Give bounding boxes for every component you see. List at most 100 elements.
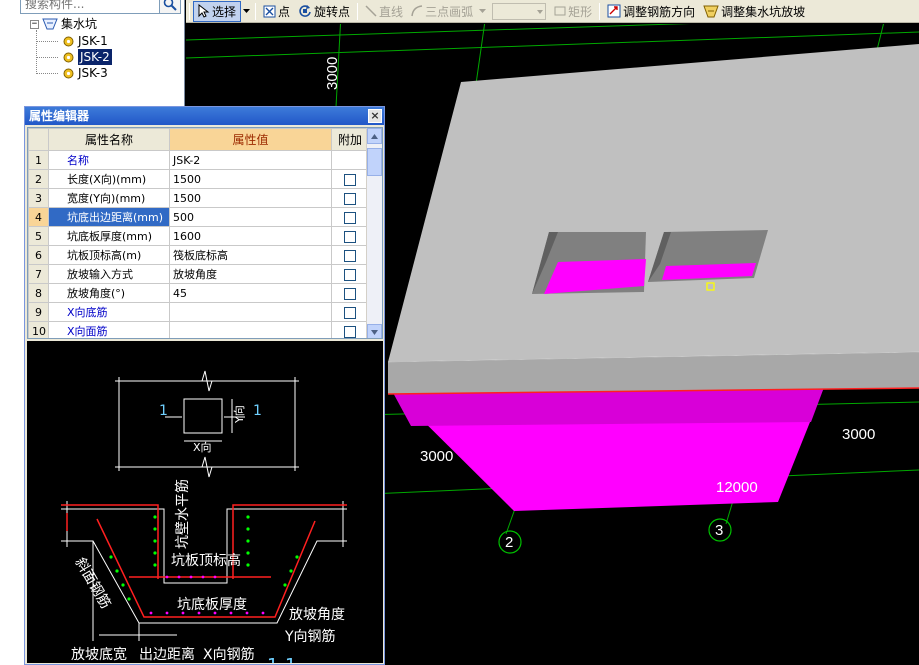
slab-thickness-label: 坑底板厚度 — [177, 597, 247, 613]
adjust-slope-button[interactable]: 调整集水坑放坡 — [699, 1, 809, 22]
y-rebar-label: Y向钢筋 — [284, 628, 336, 645]
extra-checkbox[interactable] — [344, 230, 356, 243]
rotate-point-button[interactable]: 旋转点 — [294, 1, 354, 22]
table-row[interactable]: 4 坑底出边距离(mm) 500 — [28, 207, 369, 227]
chevron-up-icon — [371, 133, 378, 139]
extra-cell — [331, 245, 369, 265]
toolbar-separator — [255, 2, 257, 20]
extra-checkbox[interactable] — [344, 268, 356, 281]
dimension-label: 12000 — [716, 479, 758, 496]
property-name: 坑底出边距离(mm) — [48, 207, 170, 227]
sump-pit-icon — [42, 18, 58, 30]
property-name: 长度(X向)(mm) — [48, 169, 170, 189]
close-button[interactable]: × — [368, 109, 382, 123]
extra-cell — [331, 188, 369, 208]
tree-item-label: JSK-3 — [78, 66, 108, 80]
extra-checkbox[interactable] — [344, 211, 356, 224]
property-name: 宽度(Y向)(mm) — [48, 188, 170, 208]
arc-button[interactable]: 三点画弧 — [407, 1, 477, 22]
property-value[interactable]: JSK-2 — [169, 150, 332, 170]
point-label: 点 — [278, 4, 291, 19]
table-row[interactable]: 5 坑底板厚度(mm) 1600 — [28, 226, 369, 246]
tree-item-label: JSK-1 — [78, 34, 108, 48]
extra-cell — [331, 264, 369, 284]
extra-checkbox[interactable] — [344, 287, 356, 300]
property-name: 名称 — [48, 150, 170, 170]
row-number: 6 — [28, 245, 49, 265]
adjust-rebar-direction-button[interactable]: 调整钢筋方向 — [603, 1, 699, 22]
table-row[interactable]: 3 宽度(Y向)(mm) 1500 — [28, 188, 369, 208]
draw-mode-select[interactable] — [492, 2, 547, 20]
scroll-down-button[interactable] — [367, 324, 382, 338]
tree-node-sump-pit[interactable]: − 集水坑 — [30, 16, 97, 32]
rect-label: 矩形 — [568, 4, 593, 19]
tree-root-label: 集水坑 — [61, 17, 98, 31]
row-number: 9 — [28, 302, 49, 322]
select-button[interactable]: 选择 — [193, 0, 242, 22]
property-value[interactable] — [169, 302, 332, 322]
scroll-up-button[interactable] — [367, 128, 382, 144]
property-value[interactable]: 筏板底标高 — [169, 245, 332, 265]
table-row[interactable]: 7 放坡输入方式 放坡角度 — [28, 264, 369, 284]
extra-checkbox[interactable] — [344, 192, 356, 205]
property-value[interactable] — [169, 321, 332, 338]
chevron-down-icon — [371, 329, 378, 335]
table-row[interactable]: 9 X向底筋 — [28, 302, 369, 322]
slope-angle-label: 放坡角度 — [289, 607, 345, 623]
tree-item-jsk-3[interactable]: JSK-3 — [62, 65, 108, 81]
slope-width-label: 放坡底宽 — [71, 646, 127, 663]
property-table: 属性名称 属性值 附加 1 名称 JSK-2 2 长度(X向)(mm) 1500 3 宽度(Y… — [28, 128, 369, 338]
search-input[interactable] — [20, 0, 160, 14]
point-button[interactable]: 点 — [259, 1, 294, 22]
column-header-extra: 附加 — [331, 128, 369, 151]
drawing-toolbar: 选择 点 旋转点 直线 三点画弧 矩形 调整钢筋方向 调整集水坑放坡 — [186, 0, 919, 23]
property-value[interactable]: 1500 — [169, 188, 332, 208]
extra-cell — [331, 321, 369, 338]
slope-icon — [703, 5, 719, 17]
extra-cell — [331, 302, 369, 322]
property-value[interactable]: 1600 — [169, 226, 332, 246]
select-label: 选择 — [212, 4, 237, 19]
property-value[interactable]: 放坡角度 — [169, 264, 332, 284]
extra-checkbox[interactable] — [344, 173, 356, 186]
table-row[interactable]: 1 名称 JSK-2 — [28, 150, 369, 170]
property-editor-titlebar[interactable]: 属性编辑器 × — [25, 107, 384, 125]
scroll-thumb[interactable] — [367, 148, 382, 176]
x-rebar-label: X向钢筋 — [203, 646, 255, 663]
chevron-down-icon — [243, 8, 251, 13]
property-value[interactable]: 1500 — [169, 169, 332, 189]
tree-connector — [36, 73, 58, 74]
extra-checkbox[interactable] — [344, 306, 356, 319]
select-dropdown[interactable] — [241, 1, 252, 22]
edge-distance-label: 出边距离 — [139, 646, 195, 663]
table-row[interactable]: 6 坑板顶标高(m) 筏板底标高 — [28, 245, 369, 265]
row-number: 3 — [28, 188, 49, 208]
dimension-label: 3000 — [420, 448, 453, 465]
search-icon — [163, 0, 177, 11]
tree-item-jsk-2[interactable]: JSK-2 — [62, 49, 112, 65]
line-button[interactable]: 直线 — [361, 1, 407, 22]
chevron-down-icon — [479, 8, 487, 13]
extra-checkbox[interactable] — [344, 249, 356, 262]
table-row[interactable]: 2 长度(X向)(mm) 1500 — [28, 169, 369, 189]
y-direction-label: Y向 — [232, 405, 246, 424]
tree-item-jsk-1[interactable]: JSK-1 — [62, 33, 108, 49]
line-label: 直线 — [379, 4, 404, 19]
arc-dropdown[interactable] — [477, 1, 488, 22]
row-number: 4 — [28, 207, 49, 227]
extra-checkbox[interactable] — [344, 325, 356, 338]
collapse-icon[interactable]: − — [30, 19, 39, 29]
row-number: 5 — [28, 226, 49, 246]
rectangle-icon — [554, 6, 566, 16]
search-button[interactable] — [159, 0, 181, 14]
slab-top-face — [388, 44, 919, 362]
property-value[interactable]: 500 — [169, 207, 332, 227]
property-value[interactable]: 45 — [169, 283, 332, 303]
property-scrollbar[interactable] — [366, 128, 382, 338]
rect-button[interactable]: 矩形 — [550, 1, 596, 22]
table-row[interactable]: 8 放坡角度(°) 45 — [28, 283, 369, 303]
row-number: 7 — [28, 264, 49, 284]
row-number-header — [28, 128, 49, 151]
table-row[interactable]: 10 X向面筋 — [28, 321, 369, 338]
property-editor-title: 属性编辑器 — [29, 109, 90, 123]
